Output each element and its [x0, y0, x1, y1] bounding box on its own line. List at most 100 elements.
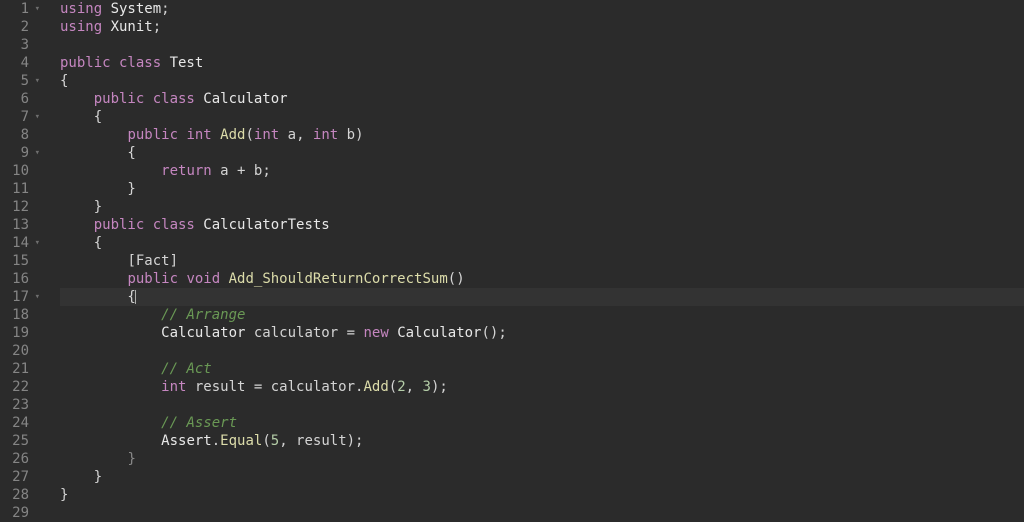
code-token: [60, 163, 161, 179]
code-token: [60, 217, 94, 233]
code-token: ]: [170, 253, 178, 269]
code-line[interactable]: public int Add(int a, int b): [60, 126, 1024, 144]
code-token: (): [448, 271, 465, 287]
line-number: 9▾: [12, 144, 40, 162]
code-line[interactable]: // Arrange: [60, 306, 1024, 324]
code-token: Fact: [136, 253, 170, 269]
code-line[interactable]: {: [60, 72, 1024, 90]
line-number: 6: [12, 90, 40, 108]
code-editor[interactable]: 1▾2345▾67▾89▾1011121314▾151617▾181920212…: [0, 0, 1024, 522]
code-token: public: [127, 127, 186, 143]
code-line[interactable]: {: [60, 108, 1024, 126]
code-token: (: [389, 379, 397, 395]
code-token: Add: [220, 127, 245, 143]
code-token: ): [355, 127, 363, 143]
code-token: [60, 91, 94, 107]
code-token: int: [186, 127, 220, 143]
line-number: 25: [12, 432, 40, 450]
code-area[interactable]: using System;using Xunit; public class Te…: [48, 0, 1024, 522]
code-token: [60, 379, 161, 395]
code-line[interactable]: using System;: [60, 0, 1024, 18]
code-line[interactable]: using Xunit;: [60, 18, 1024, 36]
code-line[interactable]: return a + b;: [60, 162, 1024, 180]
code-line[interactable]: {: [60, 288, 1024, 306]
code-token: b: [347, 127, 355, 143]
code-token: // Act: [161, 361, 212, 377]
line-number: 3: [12, 36, 40, 54]
code-token: public class: [94, 91, 204, 107]
code-token: ,: [296, 127, 313, 143]
code-line[interactable]: public class CalculatorTests: [60, 216, 1024, 234]
code-line[interactable]: }: [60, 450, 1024, 468]
code-token: );: [431, 379, 448, 395]
code-token: Calculator: [161, 325, 245, 341]
code-line[interactable]: }: [60, 198, 1024, 216]
code-line[interactable]: public class Calculator: [60, 90, 1024, 108]
line-number: 5▾: [12, 72, 40, 90]
code-token: new: [363, 325, 397, 341]
code-token: using: [60, 1, 111, 17]
code-line[interactable]: public void Add_ShouldReturnCorrectSum(): [60, 270, 1024, 288]
code-token: public class: [94, 217, 204, 233]
text-caret: [135, 290, 136, 304]
code-line[interactable]: int result = calculator.Add(2, 3);: [60, 378, 1024, 396]
code-token: 3: [423, 379, 431, 395]
fold-toggle-icon[interactable]: ▾: [32, 72, 40, 90]
code-token: Add_ShouldReturnCorrectSum: [229, 271, 448, 287]
fold-toggle-icon[interactable]: ▾: [32, 144, 40, 162]
code-token: [60, 451, 127, 467]
code-token: 2: [397, 379, 405, 395]
line-number: 21: [12, 360, 40, 378]
code-token: return: [161, 163, 220, 179]
line-number: 18: [12, 306, 40, 324]
code-line[interactable]: [60, 504, 1024, 522]
fold-toggle-icon[interactable]: ▾: [32, 0, 40, 18]
code-line[interactable]: Assert.Equal(5, result);: [60, 432, 1024, 450]
line-number: 24: [12, 414, 40, 432]
code-line[interactable]: [Fact]: [60, 252, 1024, 270]
code-token: // Arrange: [161, 307, 245, 323]
line-number: 14▾: [12, 234, 40, 252]
code-line[interactable]: {: [60, 144, 1024, 162]
code-token: {: [60, 289, 136, 305]
line-number: 11: [12, 180, 40, 198]
code-line[interactable]: {: [60, 234, 1024, 252]
line-number: 15: [12, 252, 40, 270]
code-token: =: [347, 325, 355, 341]
fold-toggle-icon[interactable]: ▾: [32, 234, 40, 252]
code-token: {: [60, 145, 136, 161]
code-token: }: [60, 181, 136, 197]
code-token: }: [127, 451, 135, 467]
code-line[interactable]: }: [60, 180, 1024, 198]
code-line[interactable]: }: [60, 486, 1024, 504]
code-line[interactable]: Calculator calculator = new Calculator()…: [60, 324, 1024, 342]
line-number: 19: [12, 324, 40, 342]
code-token: (: [262, 433, 270, 449]
line-number: 17▾: [12, 288, 40, 306]
code-token: {: [60, 109, 102, 125]
code-line[interactable]: // Assert: [60, 414, 1024, 432]
code-token: ();: [482, 325, 507, 341]
code-token: {: [60, 235, 102, 251]
code-token: using: [60, 19, 111, 35]
line-number: 26: [12, 450, 40, 468]
code-token: int: [254, 127, 288, 143]
fold-toggle-icon[interactable]: ▾: [32, 288, 40, 306]
code-line[interactable]: public class Test: [60, 54, 1024, 72]
code-line[interactable]: }: [60, 468, 1024, 486]
code-token: calculator: [262, 379, 355, 395]
code-line[interactable]: [60, 36, 1024, 54]
line-number: 12: [12, 198, 40, 216]
code-token: .: [212, 433, 220, 449]
code-line[interactable]: // Act: [60, 360, 1024, 378]
fold-toggle-icon[interactable]: ▾: [32, 108, 40, 126]
code-line[interactable]: [60, 342, 1024, 360]
code-line[interactable]: [60, 396, 1024, 414]
code-token: [60, 325, 161, 341]
code-token: int: [313, 127, 347, 143]
code-token: (: [245, 127, 253, 143]
code-token: a: [220, 163, 237, 179]
line-number: 2: [12, 18, 40, 36]
line-number: 16: [12, 270, 40, 288]
code-token: Calculator: [203, 91, 287, 107]
